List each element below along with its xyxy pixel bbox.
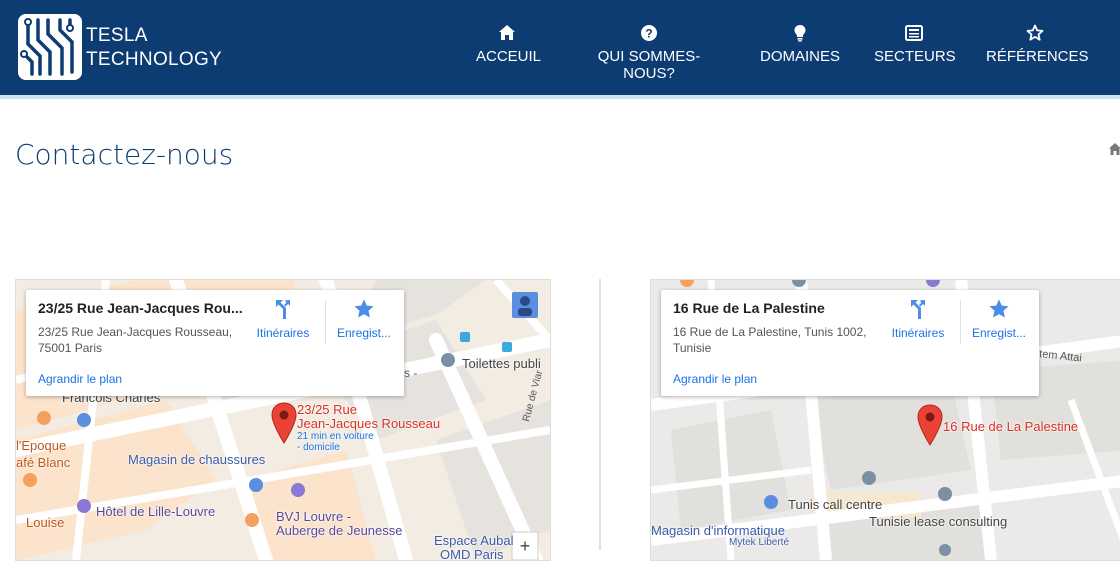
circuit-logo-icon bbox=[18, 14, 82, 80]
poi-label[interactable]: Toilettes publi bbox=[462, 356, 541, 371]
save-button[interactable]: Enregist... bbox=[330, 298, 398, 340]
star-icon bbox=[354, 299, 374, 318]
save-label: Enregist... bbox=[336, 326, 392, 340]
place-card: 16 Rue de La Palestine 16 Rue de La Pale… bbox=[661, 290, 1039, 396]
card-divider bbox=[960, 300, 961, 344]
enlarge-map-link[interactable]: Agrandir le plan bbox=[38, 372, 122, 386]
place-card: 23/25 Rue Jean-Jacques Rou... 23/25 Rue … bbox=[26, 290, 404, 396]
nav-label: DOMAINES bbox=[760, 48, 841, 65]
map-pin-icon[interactable] bbox=[917, 404, 943, 446]
svg-text:?: ? bbox=[645, 27, 652, 41]
pin-label: 16 Rue de La Palestine bbox=[943, 419, 1079, 434]
question-circle-icon: ? bbox=[574, 24, 724, 44]
directions-label: Itinéraires bbox=[256, 326, 310, 340]
nav-item-secteurs[interactable]: SECTEURS bbox=[874, 24, 956, 74]
street-label: s - bbox=[404, 366, 418, 380]
poi-label[interactable]: Tunis call centre bbox=[788, 497, 882, 512]
poi-label[interactable]: Tunisie lease consulting bbox=[869, 514, 1007, 529]
poi-label[interactable]: Magasin de chaussures bbox=[128, 452, 265, 467]
address-line: 23/25 Rue Jean-Jacques Rousseau, bbox=[38, 325, 233, 339]
star-icon bbox=[989, 299, 1009, 318]
nav-item-accueil[interactable]: ACCEUIL bbox=[476, 24, 542, 74]
star-outline-icon bbox=[986, 24, 1084, 44]
poi-label[interactable]: Magasin d'informatique bbox=[651, 523, 785, 538]
nav-item-references[interactable]: RÉFÉRENCES bbox=[986, 24, 1089, 74]
top-navbar: TESLA TECHNOLOGY ACCEUIL ? QUI SOMMES-NO… bbox=[0, 0, 1120, 99]
travel-time-line: 21 min en voiture bbox=[297, 431, 374, 442]
poi-label[interactable]: Mytek Liberté bbox=[729, 537, 789, 548]
map-pin-icon[interactable] bbox=[271, 402, 297, 444]
map-paris[interactable]: + Rue de Viar s - Toilettes publi Franco… bbox=[15, 279, 551, 561]
pin-label-line: Jean-Jacques Rousseau bbox=[297, 416, 441, 431]
brand-line-2: TECHNOLOGY bbox=[86, 49, 223, 70]
address-line: Tunisie bbox=[673, 341, 712, 355]
poi-label[interactable]: Auberge de Jeunesse bbox=[276, 523, 402, 538]
map-tunis[interactable]: atem Attai Tunis call centre Tunisie lea… bbox=[650, 279, 1120, 561]
address-line: 16 Rue de La Palestine, Tunis 1002, bbox=[673, 325, 867, 339]
poi-label[interactable]: Louise bbox=[26, 515, 64, 530]
save-button[interactable]: Enregist... bbox=[965, 298, 1033, 340]
poi-label[interactable]: Hôtel de Lille-Louvre bbox=[96, 504, 215, 519]
nav-label: RÉFÉRENCES bbox=[986, 48, 1089, 65]
logo[interactable] bbox=[18, 14, 82, 80]
column-divider bbox=[599, 279, 601, 550]
poi-label[interactable]: afé Blanc bbox=[16, 455, 70, 470]
nav-label: QUI SOMMES-NOUS? bbox=[597, 48, 701, 82]
pin-label: 23/25 Rue Jean-Jacques Rousseau bbox=[297, 403, 440, 431]
travel-time-label: 21 min en voiture - domicile bbox=[297, 431, 374, 453]
brand-name[interactable]: TESLA TECHNOLOGY bbox=[86, 24, 222, 72]
poi-label[interactable]: l'Epoque bbox=[16, 438, 66, 453]
enlarge-map-link[interactable]: Agrandir le plan bbox=[673, 372, 757, 386]
place-address: 16 Rue de La Palestine, Tunis 1002, Tuni… bbox=[673, 324, 883, 356]
place-address: 23/25 Rue Jean-Jacques Rousseau, 75001 P… bbox=[38, 324, 248, 356]
directions-button[interactable]: Itinéraires bbox=[249, 298, 317, 340]
svg-text:+: + bbox=[520, 536, 531, 556]
travel-time-line: - domicile bbox=[297, 442, 340, 453]
nav-label: SECTEURS bbox=[874, 48, 956, 65]
card-divider bbox=[325, 300, 326, 344]
directions-button[interactable]: Itinéraires bbox=[884, 298, 952, 340]
directions-icon bbox=[911, 300, 925, 319]
save-label: Enregist... bbox=[971, 326, 1027, 340]
newspaper-icon bbox=[874, 24, 954, 44]
pin-label-line: 23/25 Rue bbox=[297, 402, 357, 417]
address-line: 75001 Paris bbox=[38, 341, 103, 355]
breadcrumb-home-icon[interactable] bbox=[1108, 142, 1120, 161]
nav-item-domaines[interactable]: DOMAINES bbox=[760, 24, 840, 74]
nav-item-qui-sommes-nous[interactable]: ? QUI SOMMES-NOUS? bbox=[574, 24, 724, 82]
poi-label[interactable]: BVJ Louvre - bbox=[276, 509, 351, 524]
directions-label: Itinéraires bbox=[891, 326, 945, 340]
directions-icon bbox=[276, 300, 290, 319]
page-title: Contactez-nous bbox=[15, 138, 234, 171]
poi-label[interactable]: Espace Aubal bbox=[434, 533, 514, 548]
brand-line-1: TESLA bbox=[86, 25, 148, 46]
nav-label: ACCEUIL bbox=[476, 48, 542, 65]
place-title: 23/25 Rue Jean-Jacques Rou... bbox=[38, 300, 243, 316]
home-icon bbox=[476, 24, 538, 44]
lightbulb-icon bbox=[760, 24, 840, 44]
poi-label[interactable]: OMD Paris bbox=[440, 547, 504, 560]
place-title: 16 Rue de La Palestine bbox=[673, 300, 825, 316]
